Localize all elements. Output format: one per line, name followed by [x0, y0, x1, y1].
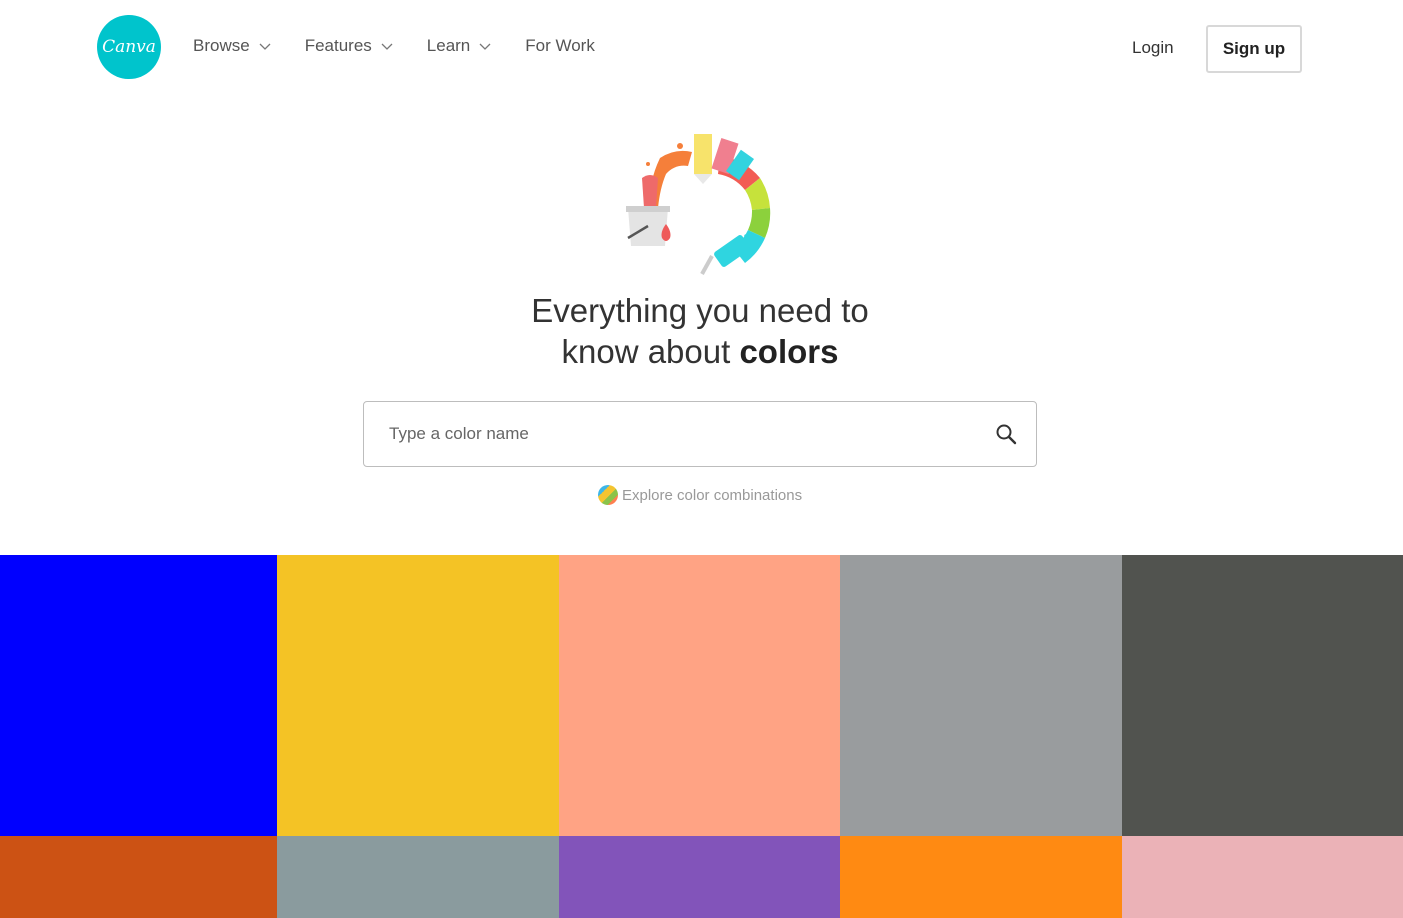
color-swatch[interactable] [559, 555, 840, 836]
headline-bold-word: colors [739, 333, 839, 370]
chevron-down-icon [381, 43, 393, 50]
chevron-down-icon [479, 43, 491, 50]
color-swatch[interactable] [0, 836, 277, 918]
nav-browse[interactable]: Browse [193, 36, 271, 56]
color-swatch[interactable] [840, 836, 1122, 918]
color-swatch-grid [0, 555, 1403, 918]
search-icon[interactable] [994, 422, 1018, 446]
nav-learn[interactable]: Learn [427, 36, 491, 56]
nav-browse-label: Browse [193, 36, 250, 55]
logo-text: Canva [102, 37, 156, 57]
nav-for-work[interactable]: For Work [525, 36, 595, 56]
headline-line1: Everything you need to [531, 292, 869, 329]
color-wheel-illustration [626, 134, 771, 275]
color-swatch[interactable] [277, 555, 559, 836]
explore-label: Explore color combinations [622, 486, 803, 504]
color-swatch[interactable] [1122, 555, 1403, 836]
color-combination-icon [598, 485, 618, 505]
canva-logo[interactable]: Canva [97, 15, 161, 79]
color-swatch[interactable] [840, 555, 1122, 836]
color-swatch[interactable] [559, 836, 840, 918]
headline-line2: know about [561, 333, 740, 370]
main-nav: Browse Features Learn For Work [193, 36, 629, 56]
nav-for-work-label: For Work [525, 36, 595, 55]
site-header: Canva Browse Features Learn For Work Log… [0, 0, 1403, 96]
nav-features[interactable]: Features [305, 36, 393, 56]
signup-button[interactable]: Sign up [1206, 25, 1302, 73]
chevron-down-icon [259, 43, 271, 50]
color-swatch[interactable] [1122, 836, 1403, 918]
nav-features-label: Features [304, 36, 372, 55]
explore-combinations-link[interactable]: Explore color combinations [598, 485, 802, 505]
color-search-box [363, 401, 1037, 467]
nav-learn-label: Learn [426, 36, 471, 55]
color-swatch[interactable] [277, 836, 559, 918]
page-headline: Everything you need to know about colors [400, 290, 1000, 372]
color-search-input[interactable] [389, 402, 969, 466]
login-link[interactable]: Login [1132, 38, 1174, 58]
color-swatch[interactable] [0, 555, 277, 836]
